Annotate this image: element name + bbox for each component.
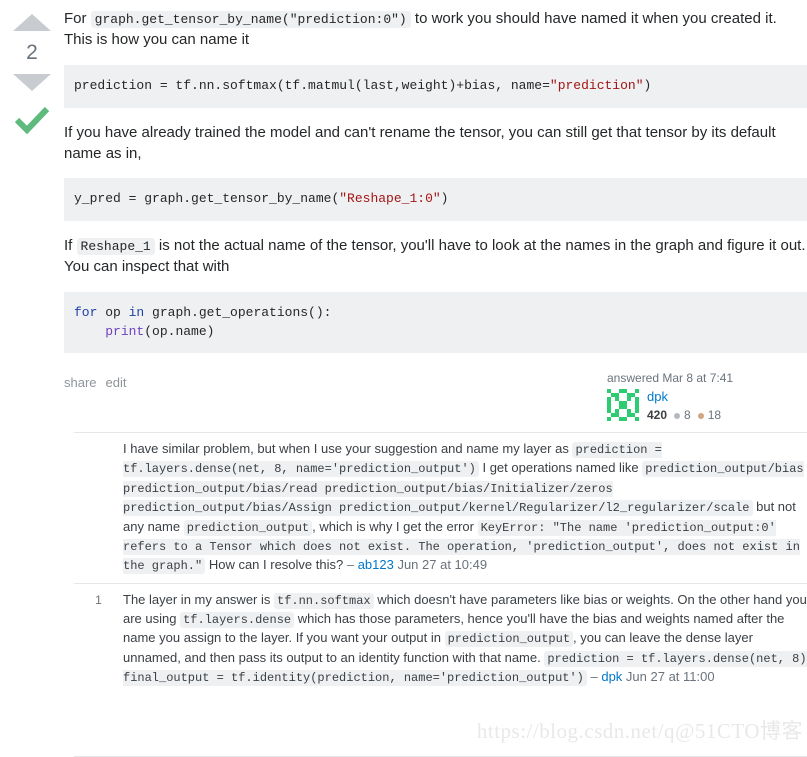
code-2-string: "Reshape_1:0" (339, 191, 441, 207)
identicon-avatar[interactable] (607, 389, 639, 422)
comment-user-link[interactable]: dpk (601, 669, 622, 684)
code-2-pre: y_pred = graph.get_tensor_by_name( (74, 191, 340, 207)
comment-text: The layer in my answer is (123, 591, 274, 607)
bronze-badge-count: 18 (707, 408, 722, 423)
code-1-pre: prediction = tf.nn.softmax(tf.matmul(las… (74, 77, 550, 93)
code-3-mid-1: op (97, 304, 129, 320)
comment-row: I have similar problem, but when I use y… (74, 431, 807, 583)
code-3-function-print: print (105, 323, 145, 339)
code-1-string: "prediction" (549, 77, 644, 93)
paragraph-3: If Reshape_1 is not the actual name of t… (64, 235, 807, 278)
answer-body: For graph.get_tensor_by_name("prediction… (64, 8, 807, 354)
reputation-value: 420 (647, 408, 668, 423)
code-1-post: ) (643, 77, 652, 93)
comment-body: I have similar problem, but when I use y… (123, 440, 807, 576)
comment-inline-code: tf.nn.softmax (274, 592, 374, 609)
code-block-2: y_pred = graph.get_tensor_by_name("Resha… (64, 178, 807, 222)
bronze-badge-icon (697, 413, 704, 420)
inline-code-get-tensor: graph.get_tensor_by_name("prediction:0") (90, 11, 411, 28)
user-info: dpk 420 8 18 (607, 389, 807, 423)
triangle-up-icon[interactable] (13, 14, 51, 31)
comment-timestamp: Jun 27 at 10:49 (393, 557, 488, 573)
edit-link[interactable]: edit (106, 375, 127, 390)
code-block-3: for op in graph.get_operations(): print(… (64, 291, 807, 354)
answered-timestamp: answered Mar 8 at 7:41 (607, 371, 734, 386)
comment-row: 1 The layer in my answer is tf.nn.softmax… (74, 582, 807, 695)
paragraph-1: For graph.get_tensor_by_name("prediction… (64, 8, 807, 51)
user-reputation-row: 420 8 18 (647, 408, 721, 424)
user-name-link[interactable]: dpk (647, 389, 721, 406)
paragraph-3-pre: If (64, 237, 77, 255)
share-link[interactable]: share (64, 375, 97, 390)
comment-inline-code: prediction_output (183, 519, 313, 536)
silver-badge-icon (674, 413, 681, 420)
user-details: dpk 420 8 18 (647, 389, 721, 423)
user-card: answered Mar 8 at 7:41 dpk 420 8 18 (607, 371, 807, 423)
comment-timestamp: Jun 27 at 11:00 (622, 669, 715, 685)
comment-text: I have similar problem, but when I use y… (123, 440, 573, 456)
comment-text: I get operations named like (478, 460, 643, 476)
comments-list: I have similar problem, but when I use y… (74, 431, 807, 695)
comment-body: The layer in my answer is tf.nn.softmax … (123, 591, 807, 688)
comment-score: 1 (95, 592, 102, 607)
code-3-tail: (op.name) (144, 323, 215, 339)
comment-user-link[interactable]: ab123 (358, 557, 394, 572)
triangle-down-icon[interactable] (13, 74, 51, 91)
post-cell: For graph.get_tensor_by_name("prediction… (64, 0, 807, 432)
inline-code-reshape: Reshape_1 (76, 238, 155, 256)
comment-text: How can I resolve this? (205, 557, 347, 573)
comment-score (74, 440, 123, 441)
comment-inline-code: tf.layers.dense (180, 612, 295, 629)
vote-cell: 2 (0, 0, 64, 135)
code-block-1: prediction = tf.nn.softmax(tf.matmul(las… (64, 64, 807, 108)
paragraph-1-pre: For (64, 10, 91, 27)
comment-dash: – (346, 557, 358, 573)
comment-text: , which is why I get the error (312, 518, 478, 534)
comment-dash: – (590, 669, 602, 685)
answer-post: 2 For graph.get_tensor_by_name("predicti… (0, 0, 807, 432)
code-3-keyword-for: for (74, 304, 98, 320)
checkmark-icon[interactable] (14, 105, 50, 135)
watermark-text: https://blog.csdn.net/q@51CTO博客 (476, 719, 803, 743)
post-actions: share edit (64, 371, 127, 390)
post-meta-row: share edit answered Mar 8 at 7:41 dpk 42… (64, 371, 807, 431)
comment-inline-code: prediction_output (444, 631, 574, 648)
silver-badge-count: 8 (684, 408, 691, 423)
vote-score: 2 (26, 41, 38, 64)
paragraph-3-post: is not the actual name of the tensor, yo… (64, 237, 806, 276)
paragraph-2: If you have already trained the model an… (64, 123, 776, 162)
code-2-post: ) (440, 191, 449, 207)
code-3-keyword-in: in (128, 304, 145, 320)
